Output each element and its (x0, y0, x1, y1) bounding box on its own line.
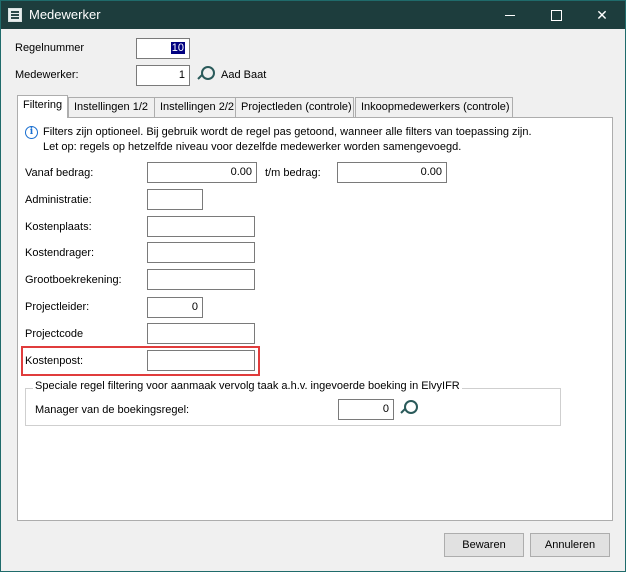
tab-projectleden[interactable]: Projectleden (controle) (235, 97, 354, 117)
kostenpost-field[interactable] (147, 350, 255, 371)
kostendrager-field[interactable] (147, 242, 255, 263)
manager-search-icon[interactable] (399, 399, 418, 417)
administratie-field[interactable] (147, 189, 203, 210)
medewerker-dialog: Medewerker ✕ Regelnummer 10 Medewerker: … (0, 0, 626, 572)
regelnummer-value: 10 (170, 42, 185, 54)
tab-filtering[interactable]: Filtering (17, 95, 68, 118)
regelnummer-field[interactable]: 10 (136, 38, 190, 59)
kostendrager-label: Kostendrager: (25, 247, 95, 259)
grootboekrekening-field[interactable] (147, 269, 255, 290)
manager-label: Manager van de boekingsregel: (35, 404, 190, 416)
regelnummer-label: Regelnummer (15, 42, 85, 54)
grootboekrekening-label: Grootboekrekening: (25, 274, 122, 286)
kostenplaats-label: Kostenplaats: (25, 221, 92, 233)
title-bar: Medewerker ✕ (1, 1, 625, 29)
tab-inkoopmedewerkers[interactable]: Inkoopmedewerkers (controle) (355, 97, 513, 117)
vanaf-bedrag-label: Vanaf bedrag: (25, 167, 94, 179)
info-icon: i (25, 126, 38, 139)
administratie-label: Administratie: (25, 194, 92, 206)
close-button[interactable]: ✕ (579, 1, 625, 29)
kostenpost-label: Kostenpost: (25, 355, 84, 367)
medewerker-label: Medewerker: (15, 69, 79, 81)
projectleider-field[interactable]: 0 (147, 297, 203, 318)
cancel-button[interactable]: Annuleren (530, 533, 610, 557)
maximize-button[interactable] (533, 1, 579, 29)
medewerker-field[interactable]: 1 (136, 65, 190, 86)
save-button[interactable]: Bewaren (444, 533, 524, 557)
tm-bedrag-label: t/m bedrag: (265, 167, 321, 179)
medewerker-name: Aad Baat (221, 69, 267, 81)
minimize-button[interactable] (487, 1, 533, 29)
vanaf-bedrag-field[interactable]: 0.00 (147, 162, 257, 183)
medewerker-search-icon[interactable] (196, 65, 215, 83)
tab-instellingen-2[interactable]: Instellingen 2/2 (154, 97, 236, 117)
projectcode-field[interactable] (147, 323, 255, 344)
window-title: Medewerker (29, 7, 101, 22)
info-line-1: Filters zijn optioneel. Bij gebruik word… (43, 126, 532, 138)
projectcode-label: Projectcode (25, 328, 84, 340)
info-line-2: Let op: regels op hetzelfde niveau voor … (43, 141, 462, 153)
tm-bedrag-field[interactable]: 0.00 (337, 162, 447, 183)
projectleider-label: Projectleider: (25, 301, 90, 313)
window-icon (8, 8, 22, 22)
kostenplaats-field[interactable] (147, 216, 255, 237)
manager-field[interactable]: 0 (338, 399, 394, 420)
tab-instellingen-1[interactable]: Instellingen 1/2 (68, 97, 167, 117)
special-filter-title: Speciale regel filtering voor aanmaak ve… (33, 380, 462, 392)
